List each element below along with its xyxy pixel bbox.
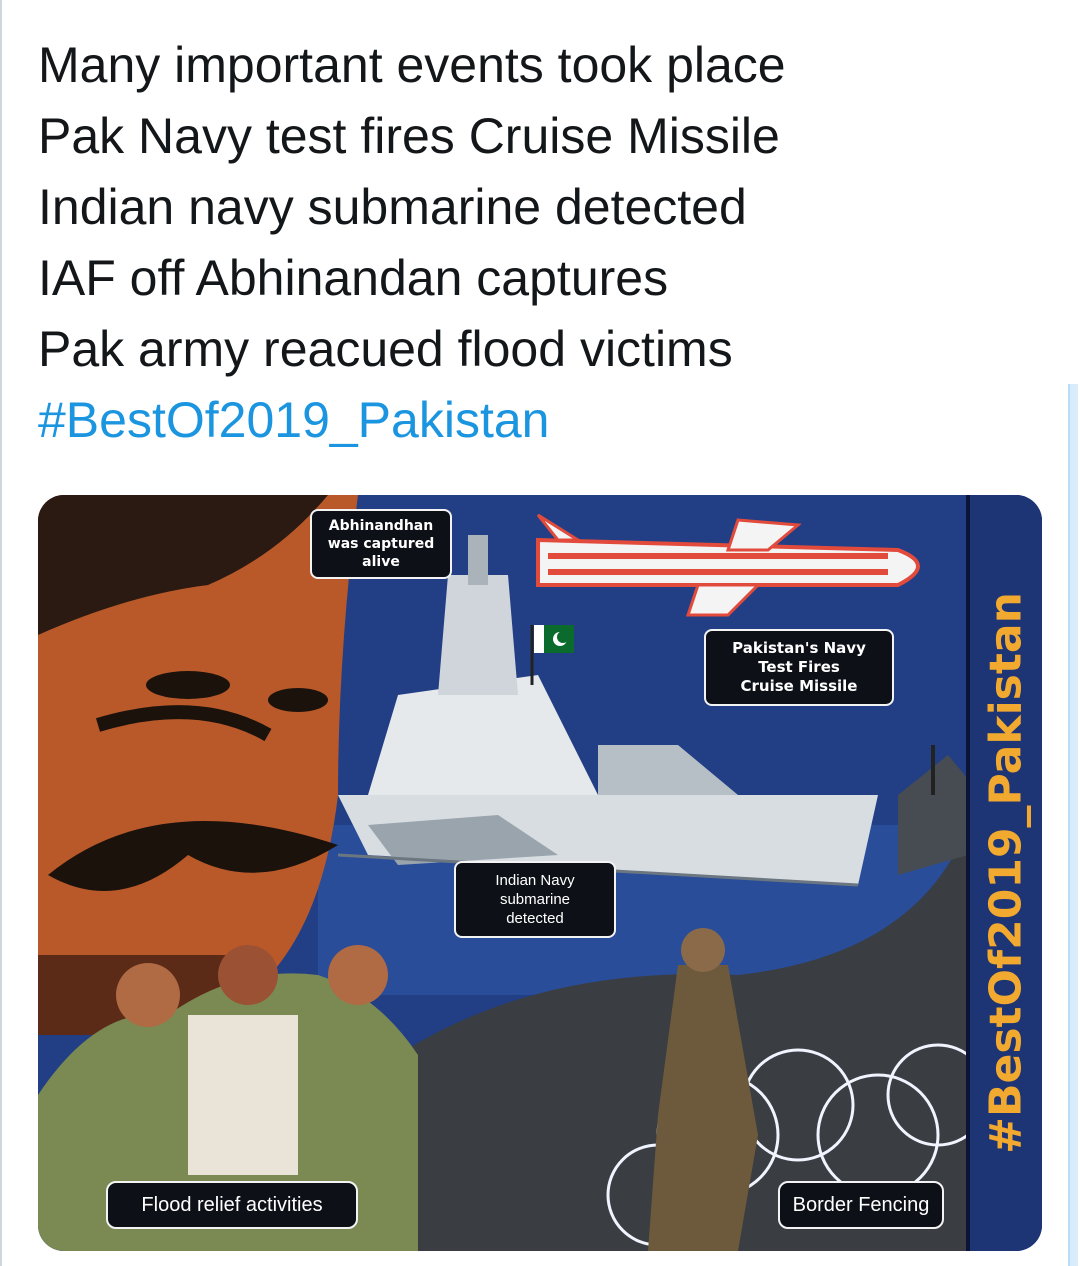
tweet-line: Indian navy submarine detected bbox=[38, 179, 747, 235]
side-banner: #BestOf2019_Pakistan bbox=[966, 495, 1042, 1251]
tweet-line: Many important events took place bbox=[38, 37, 786, 93]
tweet-line: IAF off Abhinandan captures bbox=[38, 250, 669, 306]
side-banner-text: #BestOf2019_Pakistan bbox=[980, 592, 1032, 1154]
caption-border-fencing: Border Fencing bbox=[778, 1181, 944, 1229]
caption-flood-relief: Flood relief activities bbox=[106, 1181, 358, 1229]
caption-captured: Abhinandhan was captured alive bbox=[310, 509, 452, 579]
tweet-text: Many important events took place Pak Nav… bbox=[38, 30, 1038, 456]
tweet-line: Pak Navy test fires Cruise Missile bbox=[38, 108, 780, 164]
scrollbar[interactable] bbox=[1068, 384, 1078, 1266]
hashtag-link[interactable]: #BestOf2019_Pakistan bbox=[38, 385, 1038, 456]
caption-submarine: Indian Navy submarine detected bbox=[454, 861, 616, 938]
caption-missile: Pakistan's Navy Test Fires Cruise Missil… bbox=[704, 629, 894, 706]
left-divider bbox=[0, 0, 2, 1266]
tweet-media-image[interactable]: #BestOf2019_Pakistan Abhinandhan was cap… bbox=[38, 495, 1042, 1251]
tweet-line: Pak army reacued flood victims bbox=[38, 321, 733, 377]
